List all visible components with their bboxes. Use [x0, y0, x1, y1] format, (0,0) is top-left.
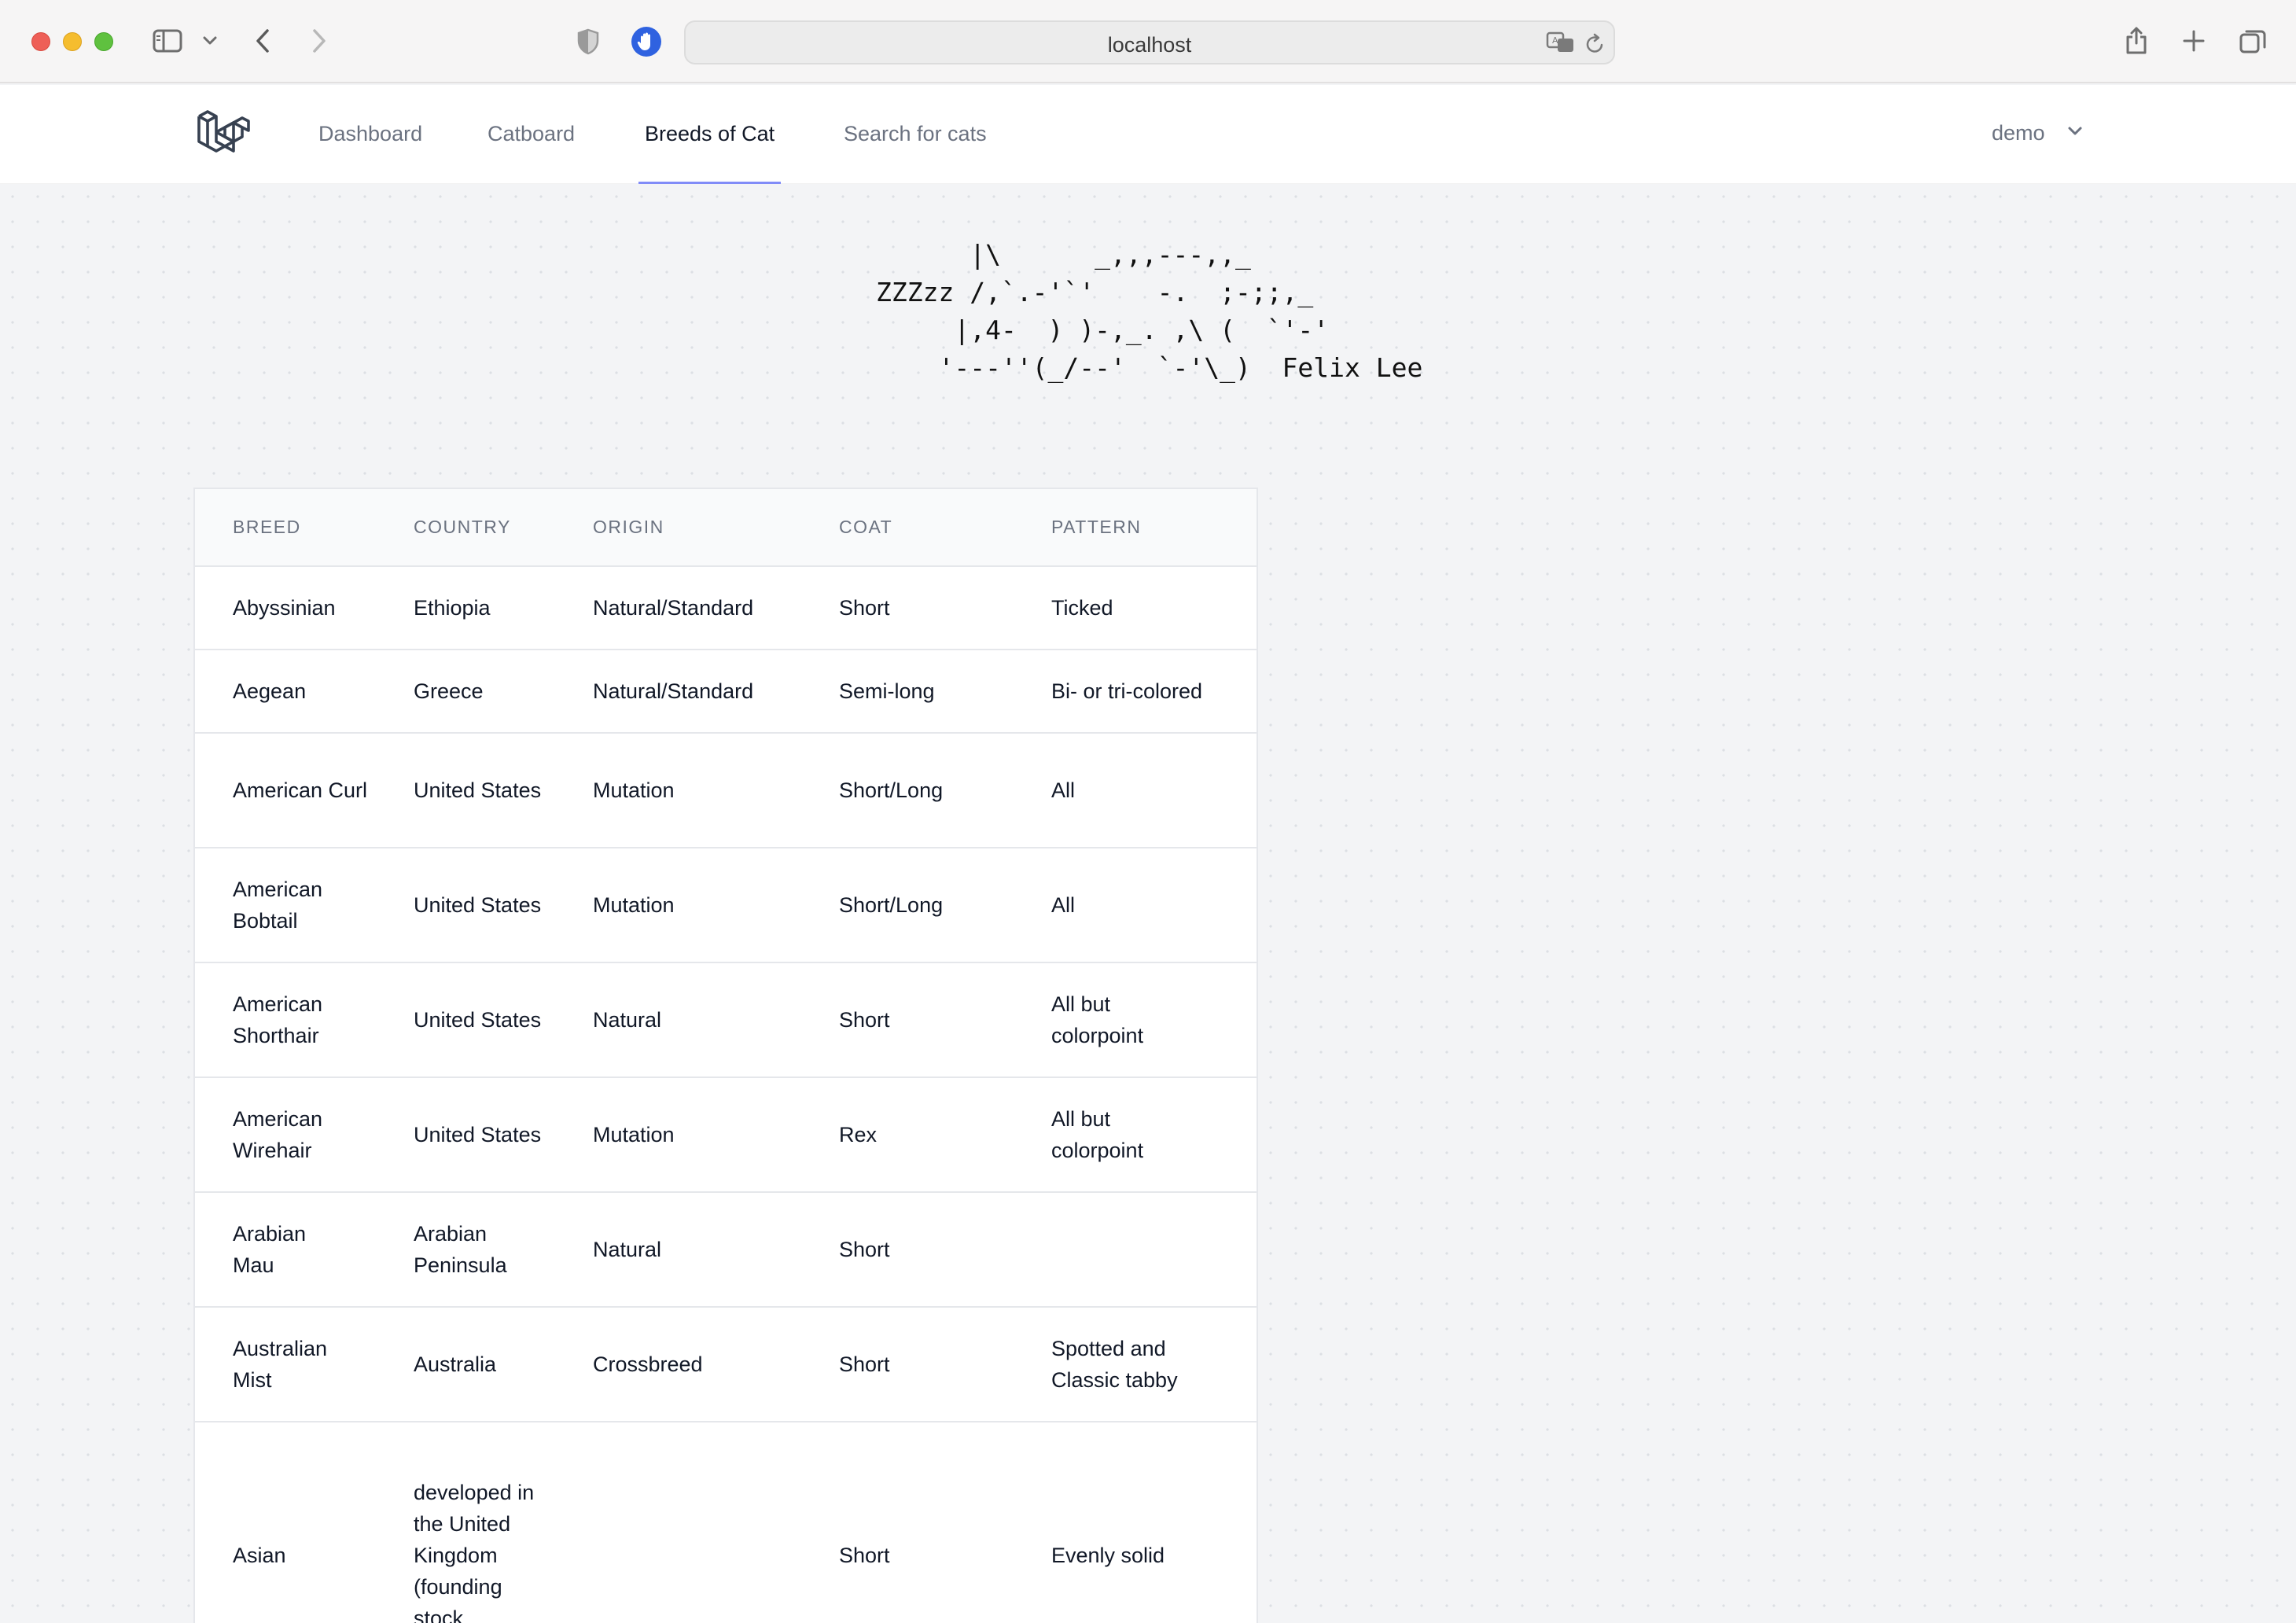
table-row: American Shorthair United States Natural… [195, 962, 1257, 1078]
cell-pattern: All [1014, 848, 1257, 963]
chevron-down-icon [2068, 127, 2082, 135]
reload-icon[interactable] [1585, 33, 1606, 55]
header-pattern[interactable]: PATTERN [1014, 489, 1257, 567]
table-row: Abyssinian Ethiopia Natural/Standard Sho… [195, 566, 1257, 650]
header-origin[interactable]: ORIGIN [555, 489, 801, 567]
cell-coat: Short [801, 962, 1014, 1078]
cell-breed: American Shorthair [195, 962, 376, 1078]
cell-breed: Asian [195, 1422, 376, 1623]
nav-breeds-of-cat-label: Breeds of Cat [645, 122, 775, 145]
cell-country: Australia [376, 1307, 555, 1422]
nav-dashboard-label: Dashboard [318, 122, 423, 145]
nav-search-for-cats-label: Search for cats [844, 122, 987, 145]
top-navigation: Dashboard Catboard Breeds of Cat Search … [0, 85, 2296, 185]
table-row: American Wirehair United States Mutation… [195, 1077, 1257, 1193]
cell-coat: Short [801, 1192, 1014, 1308]
user-menu-dropdown[interactable]: demo [1992, 85, 2082, 184]
cell-breed: Abyssinian [195, 566, 376, 650]
cell-country: United States [376, 962, 555, 1078]
cell-coat: Short [801, 1422, 1014, 1623]
nav-breeds-of-cat[interactable]: Breeds of Cat [638, 85, 782, 185]
cell-origin: Mutation [555, 733, 801, 848]
header-breed[interactable]: BREED [195, 489, 376, 567]
tab-overview-icon[interactable] [2239, 28, 2266, 53]
table-row: Asian developed in the United Kingdom (f… [195, 1422, 1257, 1623]
cell-coat: Short [801, 1307, 1014, 1422]
cell-coat: Short [801, 566, 1014, 650]
cell-origin: Mutation [555, 1077, 801, 1193]
cell-origin [555, 1422, 801, 1623]
close-window-button[interactable] [31, 32, 50, 51]
cell-pattern: Bi- or tri-colored [1014, 650, 1257, 734]
cell-breed: Arabian Mau [195, 1192, 376, 1308]
cell-pattern: Ticked [1014, 566, 1257, 650]
cell-pattern [1014, 1192, 1257, 1308]
nav-search-for-cats[interactable]: Search for cats [844, 85, 987, 184]
cell-coat: Semi-long [801, 650, 1014, 734]
cell-pattern: All [1014, 733, 1257, 848]
nav-dashboard[interactable]: Dashboard [318, 85, 422, 184]
cell-country: United States [376, 1077, 555, 1193]
new-tab-icon[interactable] [2183, 30, 2205, 52]
cell-origin: Crossbreed [555, 1307, 801, 1422]
ascii-line: |,4- ) )-,_. ,\ ( `'-' [876, 315, 1330, 345]
minimize-window-button[interactable] [63, 32, 82, 51]
cell-breed: American Bobtail [195, 848, 376, 963]
breeds-table-card: BREED COUNTRY ORIGIN COAT PATTERN Abyssi… [193, 488, 1258, 1623]
cell-breed: American Curl [195, 733, 376, 848]
cell-coat: Short/Long [801, 848, 1014, 963]
table-row: Aegean Greece Natural/Standard Semi-long… [195, 650, 1257, 734]
table-row: American Curl United States Mutation Sho… [195, 733, 1257, 848]
cell-origin: Natural [555, 962, 801, 1078]
table-row: Arabian Mau Arabian Peninsula Natural Sh… [195, 1192, 1257, 1308]
cell-country: developed in the United Kingdom (foundin… [376, 1422, 555, 1623]
forward-arrow-icon[interactable] [311, 28, 327, 53]
cell-country: United States [376, 848, 555, 963]
cell-country: Ethiopia [376, 566, 555, 650]
translate-icon[interactable]: A [1546, 31, 1576, 53]
user-name: demo [1992, 121, 2045, 145]
hand-stop-extension-icon[interactable] [631, 26, 662, 57]
ascii-line: ZZZzz /,`.-'`' -. ;-;;,_ [876, 277, 1314, 307]
cell-coat: Rex [801, 1077, 1014, 1193]
share-icon[interactable] [2125, 25, 2148, 55]
cell-pattern: All but colorpoint [1014, 962, 1257, 1078]
table-row: Australian Mist Australia Crossbreed Sho… [195, 1307, 1257, 1422]
nav-catboard[interactable]: Catboard [488, 85, 575, 184]
cell-country: Arabian Peninsula [376, 1192, 555, 1308]
browser-toolbar: localhost A [0, 0, 2296, 83]
table-header-row: BREED COUNTRY ORIGIN COAT PATTERN [195, 489, 1257, 567]
cell-breed: Australian Mist [195, 1307, 376, 1422]
address-bar[interactable]: localhost A [684, 20, 1615, 64]
cell-origin: Mutation [555, 848, 801, 963]
laravel-logo-icon[interactable] [197, 107, 250, 159]
header-country[interactable]: COUNTRY [376, 489, 555, 567]
ascii-cat-art: |\ _,,,---,,_ ZZZzz /,`.-'`' -. ;-;;,_ |,… [876, 236, 1422, 387]
nav-catboard-label: Catboard [488, 122, 576, 145]
app-window: localhost A Dashboard Catboard Breeds of… [0, 0, 2296, 1623]
zoom-window-button[interactable] [94, 32, 113, 51]
cell-pattern: Spotted and Classic tabby [1014, 1307, 1257, 1422]
table-row: American Bobtail United States Mutation … [195, 848, 1257, 963]
chevron-down-icon[interactable] [203, 36, 217, 46]
cell-breed: Aegean [195, 650, 376, 734]
cell-country: United States [376, 733, 555, 848]
cell-pattern: All but colorpoint [1014, 1077, 1257, 1193]
back-arrow-icon[interactable] [255, 28, 270, 53]
privacy-shield-icon[interactable] [577, 28, 599, 55]
ascii-line: '---''(_/--' `-'\_) Felix Lee [876, 352, 1423, 383]
ascii-line: |\ _,,,---,,_ [876, 239, 1251, 270]
cell-origin: Natural/Standard [555, 650, 801, 734]
sidebar-toggle-icon[interactable] [153, 29, 182, 53]
cell-origin: Natural [555, 1192, 801, 1308]
header-coat[interactable]: COAT [801, 489, 1014, 567]
breeds-table: BREED COUNTRY ORIGIN COAT PATTERN Abyssi… [195, 489, 1257, 1623]
url-text: localhost [1107, 33, 1192, 57]
cell-origin: Natural/Standard [555, 566, 801, 650]
cell-breed: American Wirehair [195, 1077, 376, 1193]
svg-text:A: A [1552, 35, 1558, 46]
cell-coat: Short/Long [801, 733, 1014, 848]
cell-pattern: Evenly solid [1014, 1422, 1257, 1623]
cell-country: Greece [376, 650, 555, 734]
